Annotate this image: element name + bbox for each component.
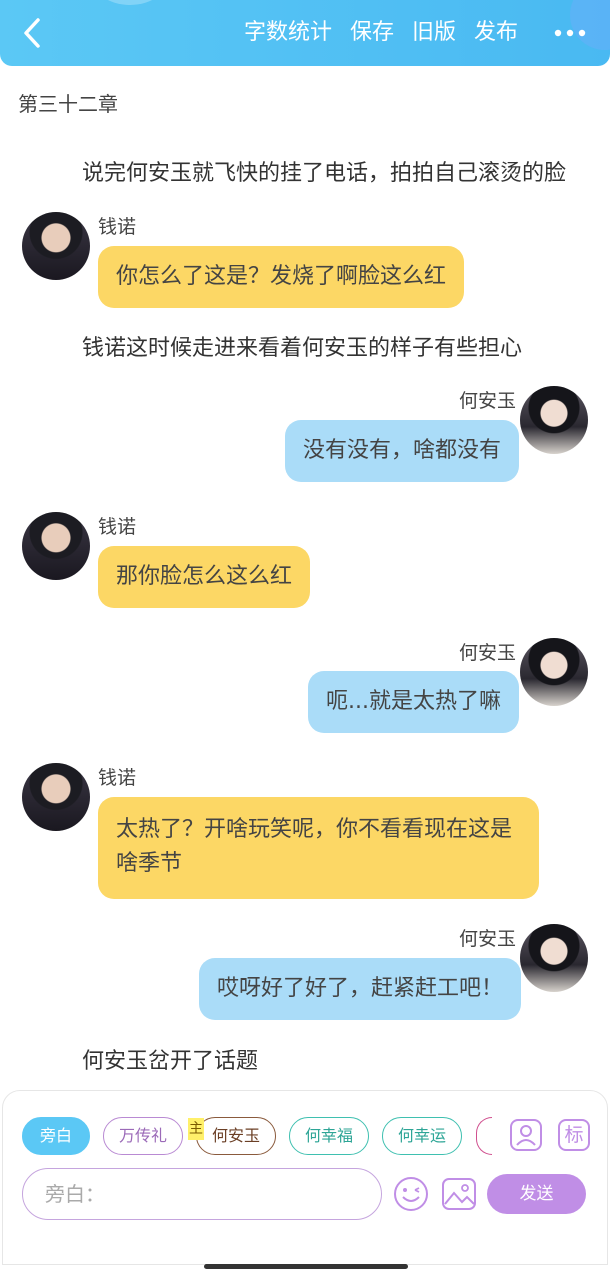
narration-text[interactable]: 何安玉岔开了话题	[82, 1043, 258, 1075]
avatar[interactable]	[22, 512, 90, 580]
bubble-line: 太热了？开啥玩笑呢，你不看看现在这是	[116, 817, 513, 842]
role-chip[interactable]: 万传礼	[103, 1117, 183, 1155]
send-button[interactable]: 发送	[487, 1174, 586, 1214]
tag-button[interactable]: 标	[557, 1118, 591, 1152]
avatar[interactable]	[22, 212, 90, 280]
person-icon	[510, 1119, 542, 1151]
narration-text[interactable]: 说完何安玉就飞快的挂了电话，拍拍自己滚烫的脸	[82, 155, 566, 187]
avatar[interactable]	[22, 763, 90, 831]
publish-button[interactable]: 发布	[474, 16, 518, 50]
save-button[interactable]: 保存	[350, 16, 394, 50]
top-app-bar: 字数统计 保存 旧版 发布	[0, 0, 610, 66]
speaker-name: 何安玉	[459, 642, 517, 664]
role-chip[interactable]: 何幸运	[382, 1117, 462, 1155]
more-button[interactable]	[552, 21, 588, 45]
narration-text[interactable]: 钱诺这时候走进来看着何安玉的样子有些担心	[82, 330, 522, 362]
header-actions: 字数统计 保存 旧版 发布	[244, 16, 518, 50]
speaker-name: 钱诺	[98, 216, 137, 238]
speaker-name: 何安玉	[459, 390, 517, 412]
old-version-button[interactable]: 旧版	[412, 16, 456, 50]
word-count-button[interactable]: 字数统计	[244, 16, 332, 50]
header-decoration	[90, 0, 170, 5]
tag-button-label: 标	[564, 1124, 584, 1146]
image-button[interactable]	[441, 1176, 476, 1210]
chat-bubble-left[interactable]: 你怎么了这是？发烧了啊脸这么红	[98, 246, 465, 308]
chat-bubble-right[interactable]: 没有没有，啥都没有	[285, 420, 520, 482]
chat-bubble-left[interactable]: 那你脸怎么这么红	[98, 546, 311, 608]
chat-bubble-left[interactable]: 太热了？开啥玩笑呢，你不看看现在这是 啥季节	[98, 797, 539, 899]
home-indicator	[204, 1264, 408, 1269]
chat-bubble-right[interactable]: 呃...就是太热了嘛	[308, 671, 519, 733]
chat-bubble-right[interactable]: 哎呀好了好了，赶紧赶工吧！	[199, 958, 522, 1020]
speaker-name: 何安玉	[459, 928, 517, 950]
bubble-line: 啥季节	[116, 851, 183, 876]
emoji-icon	[394, 1177, 428, 1211]
role-chip-narrator[interactable]: 旁白	[22, 1117, 90, 1155]
more-horizontal-icon	[554, 29, 586, 37]
avatar[interactable]	[520, 638, 588, 706]
message-input[interactable]: 旁白：	[22, 1168, 382, 1220]
avatar[interactable]	[520, 386, 588, 454]
emoji-button[interactable]	[393, 1176, 428, 1211]
back-button[interactable]	[18, 16, 48, 50]
chapter-title[interactable]: 第三十二章	[18, 88, 118, 117]
speaker-name: 钱诺	[98, 767, 137, 789]
chevron-left-icon	[24, 18, 40, 48]
image-icon	[442, 1178, 476, 1210]
speaker-name: 钱诺	[98, 516, 137, 538]
role-chip[interactable]: 何幸福	[289, 1117, 369, 1155]
add-character-button[interactable]	[509, 1118, 543, 1152]
role-chip-main[interactable]: 何安玉	[196, 1117, 276, 1155]
avatar[interactable]	[520, 924, 588, 992]
main-character-badge: 主	[188, 1118, 204, 1140]
